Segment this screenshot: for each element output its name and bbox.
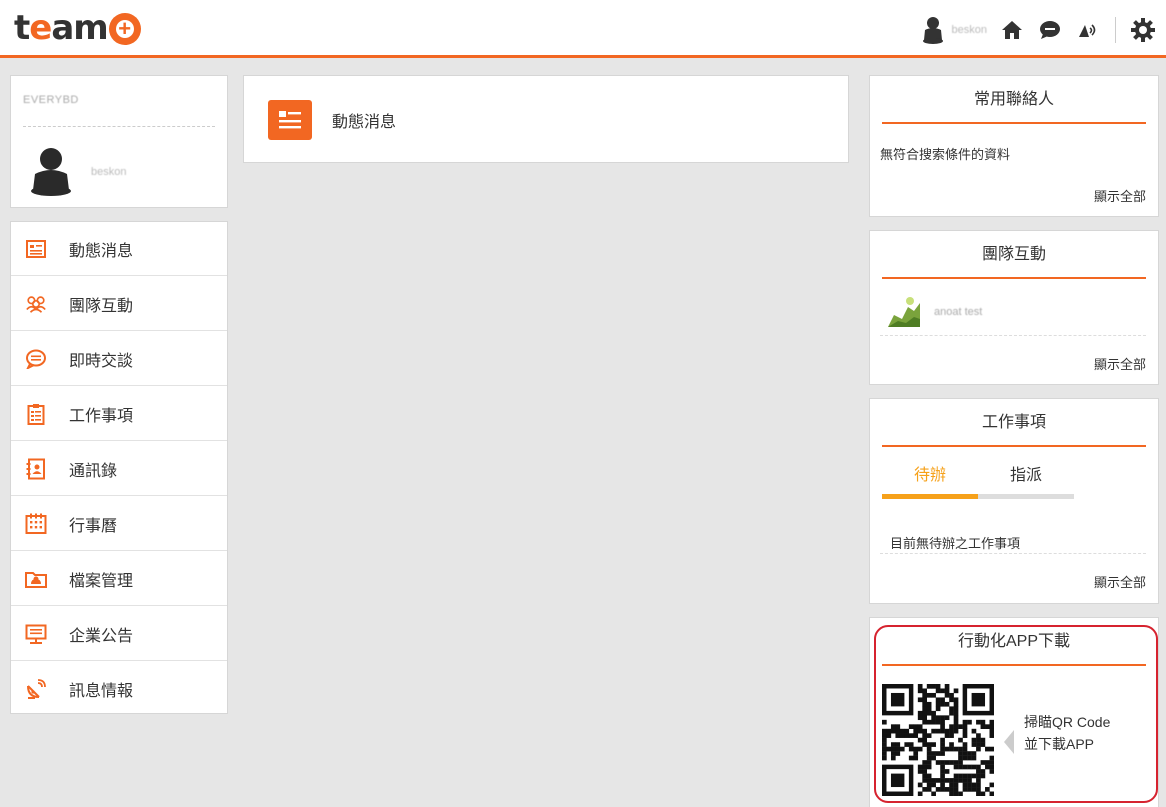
sidebar-item-label: 檔案管理	[69, 572, 134, 590]
announcement-icon	[25, 623, 47, 645]
scan-instruction-line1: 掃瞄QR Code	[1024, 714, 1111, 730]
sidebar-item-label: 動態消息	[69, 242, 134, 260]
team-item-name[interactable]: anoat test	[934, 306, 982, 318]
sidebar-item-label: 團隊互動	[69, 297, 134, 315]
clipboard-icon	[25, 403, 47, 425]
header-divider	[1115, 17, 1116, 43]
tab-todo[interactable]: 待辦	[882, 461, 978, 485]
news-icon	[268, 100, 312, 140]
sidebar-item-contacts[interactable]: 通訊錄	[11, 442, 227, 496]
sidebar-item-label: 即時交談	[69, 352, 134, 370]
profile-card: EVERYBD beskon	[10, 75, 228, 208]
sidebar-nav: 動態消息 團隊互動 即時交談 工作事項 通訊錄 行事曆 檔案管理 企業公告 訊息…	[10, 221, 228, 714]
news-feed-panel: 動態消息	[243, 75, 849, 163]
contacts-widget: 常用聯絡人 無符合搜索條件的資料 顯示全部	[869, 75, 1159, 217]
app-download-widget: 行動化APP下載 掃瞄QR Code 並下載APP	[869, 617, 1159, 807]
calendar-icon	[25, 513, 47, 535]
tasks-widget: 工作事項 待辦 指派 目前無待辦之工作事項 顯示全部	[869, 398, 1159, 604]
sidebar-item-label: 訊息情報	[69, 683, 134, 700]
sidebar-item-team[interactable]: 團隊互動	[11, 277, 227, 331]
news-icon	[25, 238, 47, 260]
divider	[880, 553, 1146, 554]
profile-divider	[23, 126, 215, 127]
contacts-icon	[25, 458, 47, 480]
user-avatar-icon	[922, 17, 943, 44]
top-bar: team beskon	[0, 0, 1166, 58]
header-user[interactable]: beskon	[922, 16, 987, 44]
broadcast-button[interactable]	[1075, 17, 1101, 43]
sidebar-item-label: 工作事項	[69, 407, 134, 425]
home-button[interactable]	[999, 17, 1025, 43]
qr-code	[882, 684, 995, 797]
profile-avatar[interactable]	[29, 146, 73, 201]
chat-button[interactable]	[1037, 17, 1063, 43]
arrow-left-icon	[1004, 730, 1014, 754]
tab-indicator-inactive	[978, 494, 1074, 499]
widget-title: 工作事項	[882, 399, 1146, 447]
tab-assigned[interactable]: 指派	[978, 461, 1074, 485]
profile-user-name[interactable]: beskon	[91, 166, 126, 178]
folder-icon	[25, 568, 47, 590]
show-all-link[interactable]: 顯示全部	[1094, 572, 1146, 591]
broadcast-icon	[1079, 24, 1096, 37]
gear-icon	[1131, 18, 1155, 42]
sidebar-item-intel[interactable]: 訊息情報	[11, 662, 227, 716]
header-user-name: beskon	[951, 24, 987, 36]
empty-message: 目前無待辦之工作事項	[890, 536, 1021, 551]
sidebar-item-files[interactable]: 檔案管理	[11, 552, 227, 606]
chat-icon	[25, 348, 47, 370]
plus-badge-icon	[108, 13, 141, 45]
widget-title: 團隊互動	[882, 231, 1146, 279]
widget-title: 常用聯絡人	[882, 76, 1146, 124]
show-all-link[interactable]: 顯示全部	[1094, 186, 1146, 205]
empty-message: 無符合搜索條件的資料	[880, 147, 1011, 162]
divider	[880, 335, 1146, 336]
sidebar-item-label: 通訊錄	[69, 462, 118, 480]
chat-bubble-icon	[1040, 21, 1060, 39]
home-icon	[1002, 21, 1022, 39]
team-icon	[25, 293, 47, 315]
sidebar-item-label: 企業公告	[69, 627, 134, 645]
sidebar-item-calendar[interactable]: 行事曆	[11, 497, 227, 551]
satellite-icon	[25, 678, 47, 700]
widget-title: 行動化APP下載	[882, 618, 1146, 666]
scan-instruction-line2: 並下載APP	[1024, 736, 1095, 752]
settings-button[interactable]	[1130, 17, 1156, 43]
sidebar-item-label: 行事曆	[69, 517, 118, 535]
user-avatar-icon	[31, 148, 71, 196]
team-plus-logo[interactable]: team	[14, 8, 141, 48]
sidebar-item-chat[interactable]: 即時交談	[11, 332, 227, 386]
sidebar-item-tasks[interactable]: 工作事項	[11, 387, 227, 441]
company-name: EVERYBD	[23, 94, 79, 106]
show-all-link[interactable]: 顯示全部	[1094, 354, 1146, 373]
team-widget: 團隊互動 anoat test 顯示全部	[869, 230, 1159, 385]
sidebar-item-news[interactable]: 動態消息	[11, 222, 227, 276]
team-avatar[interactable]	[888, 295, 920, 327]
tab-indicator-active	[882, 494, 978, 499]
header-actions: beskon	[922, 14, 1156, 46]
sidebar-item-announcements[interactable]: 企業公告	[11, 607, 227, 661]
page-title: 動態消息	[332, 114, 397, 131]
